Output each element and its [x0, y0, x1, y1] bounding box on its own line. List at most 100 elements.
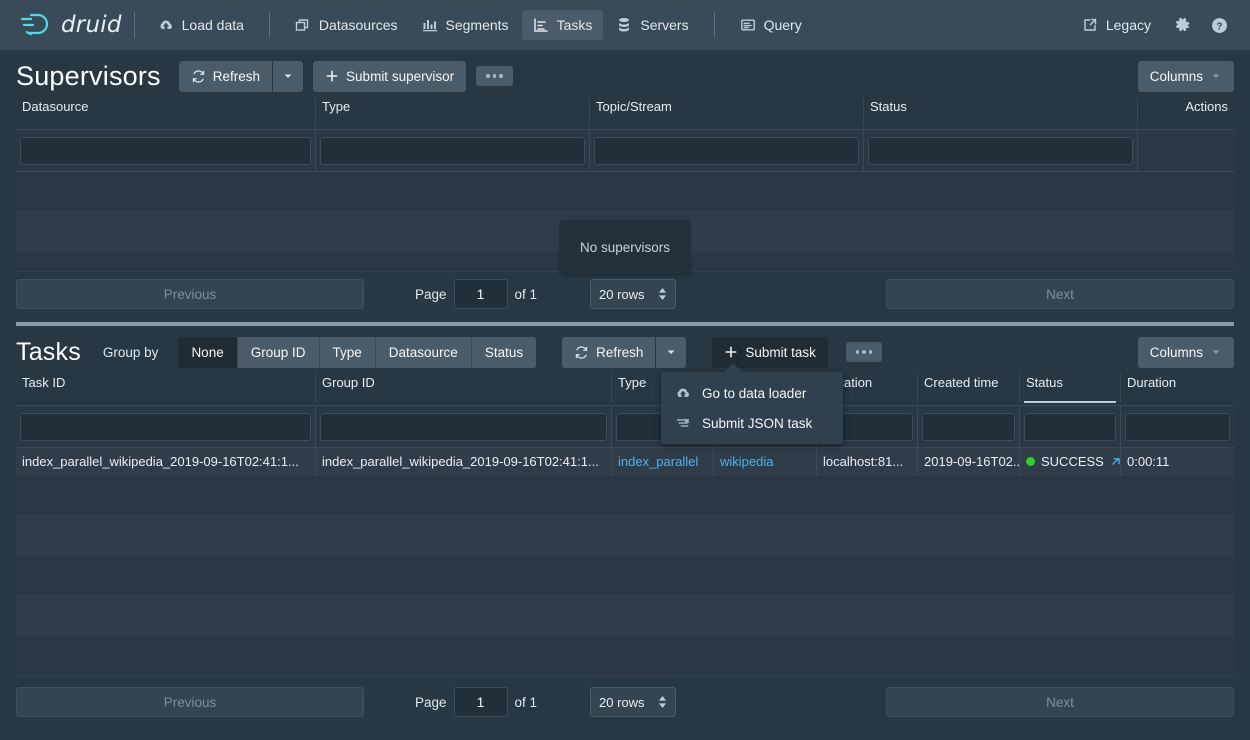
cell-status[interactable]: SUCCESS [1020, 447, 1121, 476]
column-header-group-id[interactable]: Group ID [316, 374, 612, 402]
supervisors-columns-button[interactable]: Columns [1137, 60, 1234, 92]
chart-icon [422, 17, 438, 33]
filter-input-task-id[interactable] [20, 412, 311, 441]
nav-item-segments[interactable]: Segments [411, 10, 520, 40]
column-header-status[interactable]: Status [1020, 374, 1121, 403]
more-icon [486, 74, 503, 78]
filter-input-group-id[interactable] [320, 412, 607, 441]
cell-task-id: index_parallel_wikipedia_2019-09-16T02:4… [16, 447, 316, 476]
cell-duration: 0:00:11 [1127, 454, 1170, 469]
help-button[interactable]: ? [1203, 10, 1236, 41]
page-number-input[interactable] [453, 279, 508, 309]
page-total-label: of 1 [514, 694, 538, 710]
tasks-panel: Tasks Group by None Group ID Type Dataso… [0, 326, 1250, 724]
column-header-actions[interactable]: Actions [1138, 98, 1234, 126]
supervisors-refresh-button[interactable]: Refresh [178, 60, 273, 92]
nav-divider-2 [268, 12, 270, 38]
cell-type[interactable]: index_parallel [612, 447, 714, 476]
supervisors-refresh-label: Refresh [212, 68, 261, 84]
supervisors-header: Supervisors Refresh Submit supervisor Co… [16, 50, 1234, 98]
filter-input-status[interactable] [1024, 412, 1116, 441]
tasks-next-button[interactable]: Next [886, 687, 1234, 717]
filter-input-topic-stream[interactable] [594, 136, 859, 165]
cell-datasource[interactable]: wikipedia [714, 447, 817, 476]
supervisors-next-button[interactable]: Next [886, 279, 1234, 309]
nav-item-label: Servers [640, 17, 689, 33]
supervisors-filter-row [16, 129, 1234, 172]
nav-items: Load data Datasources Segments Tasks Ser… [147, 10, 813, 40]
column-header-type[interactable]: Type [316, 98, 590, 126]
filter-input-type[interactable] [320, 136, 585, 165]
group-by-label: Group by [102, 344, 159, 360]
plus-icon [325, 69, 339, 83]
group-by-option-group-id[interactable]: Group ID [237, 336, 320, 368]
nav-divider-1 [133, 12, 135, 38]
group-by-option-datasource[interactable]: Datasource [375, 336, 472, 368]
brand[interactable]: druid [18, 10, 122, 40]
json-task-icon [675, 415, 691, 431]
page-label: Page [414, 694, 447, 710]
refresh-icon [191, 69, 206, 84]
empty-message-text: No supervisors [579, 239, 671, 255]
settings-button[interactable] [1166, 10, 1199, 41]
supervisors-page-control: Page of 1 [386, 279, 566, 309]
nav-item-label: Tasks [556, 17, 593, 33]
navbar: druid Load data Datasources Segments Tas… [0, 0, 1250, 50]
plus-icon [724, 345, 738, 359]
svg-text:?: ? [1216, 21, 1222, 32]
updown-caret-icon [658, 288, 667, 300]
supervisors-empty-message: No supervisors [560, 220, 690, 274]
menu-item-submit-json-task[interactable]: Submit JSON task [661, 408, 843, 438]
group-by-option-none[interactable]: None [178, 336, 238, 368]
tasks-refresh-dropdown-button[interactable] [656, 336, 687, 368]
nav-item-tasks[interactable]: Tasks [521, 10, 604, 40]
column-header-status[interactable]: Status [864, 98, 1138, 126]
filter-input-datasource[interactable] [20, 136, 311, 165]
nav-item-load-data[interactable]: Load data [147, 10, 255, 40]
tasks-more-button[interactable] [845, 342, 883, 362]
column-header-topic-stream[interactable]: Topic/Stream [590, 98, 864, 126]
nav-item-datasources[interactable]: Datasources [284, 10, 409, 40]
tasks-table-body: index_parallel_wikipedia_2019-09-16T02:4… [16, 447, 1234, 676]
nav-item-legacy[interactable]: Legacy [1071, 10, 1162, 40]
database-icon [616, 17, 632, 33]
column-header-created-time[interactable]: Created time [918, 374, 1020, 402]
supervisors-rows-per-page-select[interactable]: 20 rows [590, 279, 676, 309]
submit-supervisor-button[interactable]: Submit supervisor [313, 60, 467, 92]
tasks-rows-per-page-select[interactable]: 20 rows [590, 687, 676, 717]
supervisors-refresh-dropdown-button[interactable] [273, 60, 304, 92]
menu-item-label: Go to data loader [702, 385, 807, 401]
column-header-task-id[interactable]: Task ID [16, 374, 316, 402]
chevron-down-icon [1210, 70, 1222, 82]
supervisors-refresh-group: Refresh [178, 60, 304, 92]
menu-item-go-to-data-loader[interactable]: Go to data loader [661, 378, 843, 408]
table-row[interactable]: index_parallel_wikipedia_2019-09-16T02:4… [16, 447, 1234, 476]
popover-arrow [724, 363, 742, 372]
supervisors-title: Supervisors [16, 60, 161, 91]
tasks-columns-button[interactable]: Columns [1137, 336, 1234, 368]
submit-task-popover: Go to data loader Submit JSON task [661, 363, 843, 444]
navbar-right: Legacy ? [1071, 10, 1236, 41]
more-icon [855, 350, 873, 354]
nav-item-query[interactable]: Query [729, 10, 813, 40]
supervisors-more-button[interactable] [476, 66, 513, 86]
tasks-previous-button[interactable]: Previous [16, 687, 364, 717]
group-by-option-status[interactable]: Status [471, 336, 537, 368]
filter-input-status[interactable] [868, 136, 1133, 165]
external-link-icon[interactable] [1110, 456, 1120, 467]
nav-item-servers[interactable]: Servers [605, 10, 699, 40]
nav-item-label: Datasources [318, 17, 398, 33]
page-total-label: of 1 [514, 286, 538, 302]
cloud-upload-icon [158, 17, 174, 33]
filter-input-created-time[interactable] [922, 412, 1015, 441]
group-by-option-type[interactable]: Type [319, 336, 376, 368]
filter-input-duration[interactable] [1125, 412, 1230, 441]
page-number-input[interactable] [453, 687, 508, 717]
supervisors-previous-button[interactable]: Previous [16, 279, 364, 309]
table-row [16, 516, 1234, 556]
tasks-refresh-button[interactable]: Refresh [562, 336, 656, 368]
table-row [16, 636, 1234, 676]
tasks-header: Tasks Group by None Group ID Type Dataso… [16, 326, 1234, 374]
column-header-datasource[interactable]: Datasource [16, 98, 316, 126]
column-header-duration[interactable]: Duration [1121, 374, 1234, 402]
